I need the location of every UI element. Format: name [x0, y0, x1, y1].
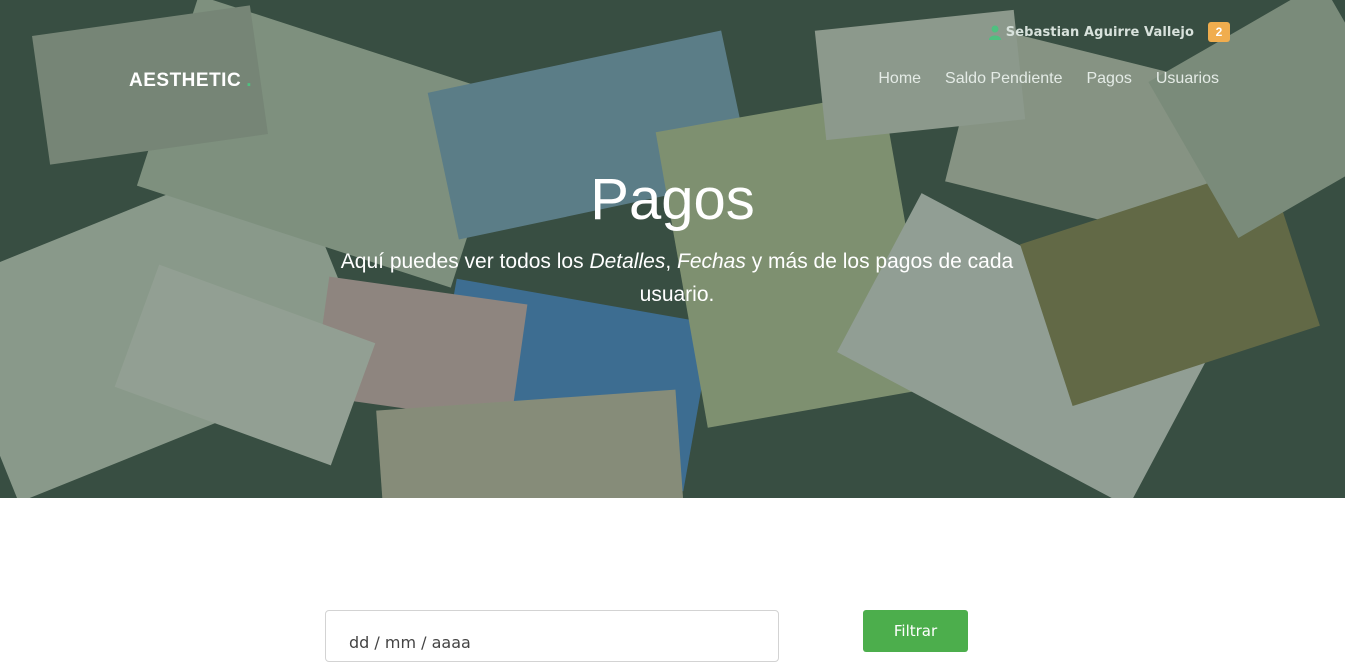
- notification-badge[interactable]: 2: [1208, 22, 1230, 42]
- filter-button[interactable]: Filtrar: [863, 610, 968, 652]
- date-filter-input[interactable]: dd / mm / aaaa: [325, 610, 779, 662]
- brand-name: AESTHETIC: [129, 70, 242, 91]
- hero-banner: Sebastian Aguirre Vallejo 2 AESTHETIC. H…: [0, 0, 1345, 498]
- page-title: Pagos: [590, 167, 755, 232]
- user-icon: [988, 25, 1001, 40]
- nav-item-home[interactable]: Home: [878, 70, 921, 88]
- main-nav: Home Saldo Pendiente Pagos Usuarios: [854, 70, 1219, 88]
- nav-item-saldo-pendiente[interactable]: Saldo Pendiente: [945, 70, 1062, 88]
- brand-logo[interactable]: AESTHETIC.: [129, 70, 252, 92]
- brand-dot: .: [246, 70, 252, 91]
- nav-item-pagos[interactable]: Pagos: [1086, 70, 1131, 88]
- user-name[interactable]: Sebastian Aguirre Vallejo: [1006, 25, 1194, 40]
- user-bar: Sebastian Aguirre Vallejo 2: [988, 22, 1230, 42]
- date-placeholder: dd / mm / aaaa: [349, 633, 471, 652]
- nav-item-usuarios[interactable]: Usuarios: [1156, 70, 1219, 88]
- page-subtitle: Aquí puedes ver todos los Detalles, Fech…: [340, 250, 1014, 306]
